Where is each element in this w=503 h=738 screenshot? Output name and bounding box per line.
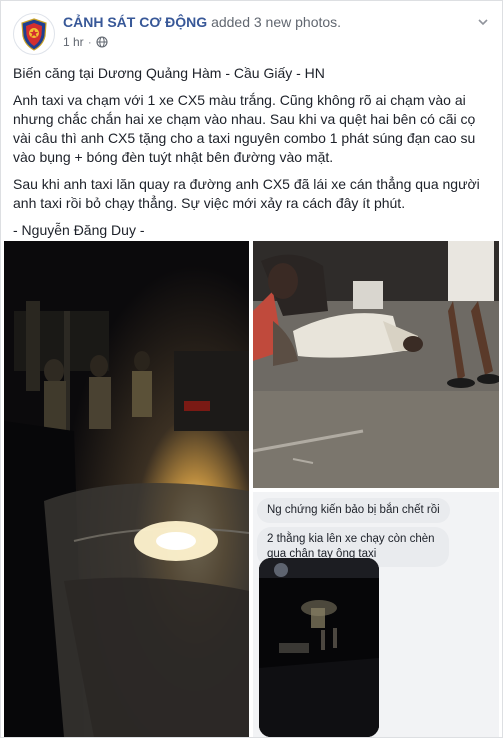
facebook-post: CẢNH SÁT CƠ ĐỘNG added 3 new photos. 1 h… [0,0,503,738]
police-shield-logo [15,15,53,53]
chat-message: Ng chứng kiến bảo bị bắn chết rồi [257,498,450,523]
post-headline: Biến căng tại Dương Quảng Hàm - Cầu Giấy… [13,65,325,81]
photo-car-headlight-night[interactable] [4,241,249,737]
photo-chat-screenshot[interactable]: Ng chứng kiến bảo bị bắn chết rồi 2 thằn… [253,492,499,737]
post-action-text: added 3 new photos. [211,14,342,30]
post-paragraph: Sau khi anh taxi lăn quay ra đường anh C… [13,176,480,211]
night-street-image [259,558,379,737]
chevron-down-icon[interactable] [476,15,490,29]
chat-attached-night-photo [259,558,379,737]
night-scene-image [4,241,249,737]
post-body: Biến căng tại Dương Quảng Hàm - Cầu Giấy… [13,64,491,248]
post-paragraph: Anh taxi va chạm với 1 xe CX5 màu trắng.… [13,92,476,165]
meta-separator: · [87,35,92,49]
accident-scene-image [253,241,499,488]
post-timestamp[interactable]: 1 hr [63,35,84,49]
page-avatar[interactable] [13,13,55,55]
photo-grid: Ng chứng kiến bảo bị bắn chết rồi 2 thằn… [1,241,502,737]
post-header: CẢNH SÁT CƠ ĐỘNG added 3 new photos. [63,14,341,30]
post-author-signature: - Nguyễn Đăng Duy - [13,222,145,238]
page-name-link[interactable]: CẢNH SÁT CƠ ĐỘNG [63,14,207,30]
photo-man-lying-on-road[interactable] [253,241,499,488]
globe-icon[interactable] [96,36,108,48]
post-meta: 1 hr · [63,35,108,49]
